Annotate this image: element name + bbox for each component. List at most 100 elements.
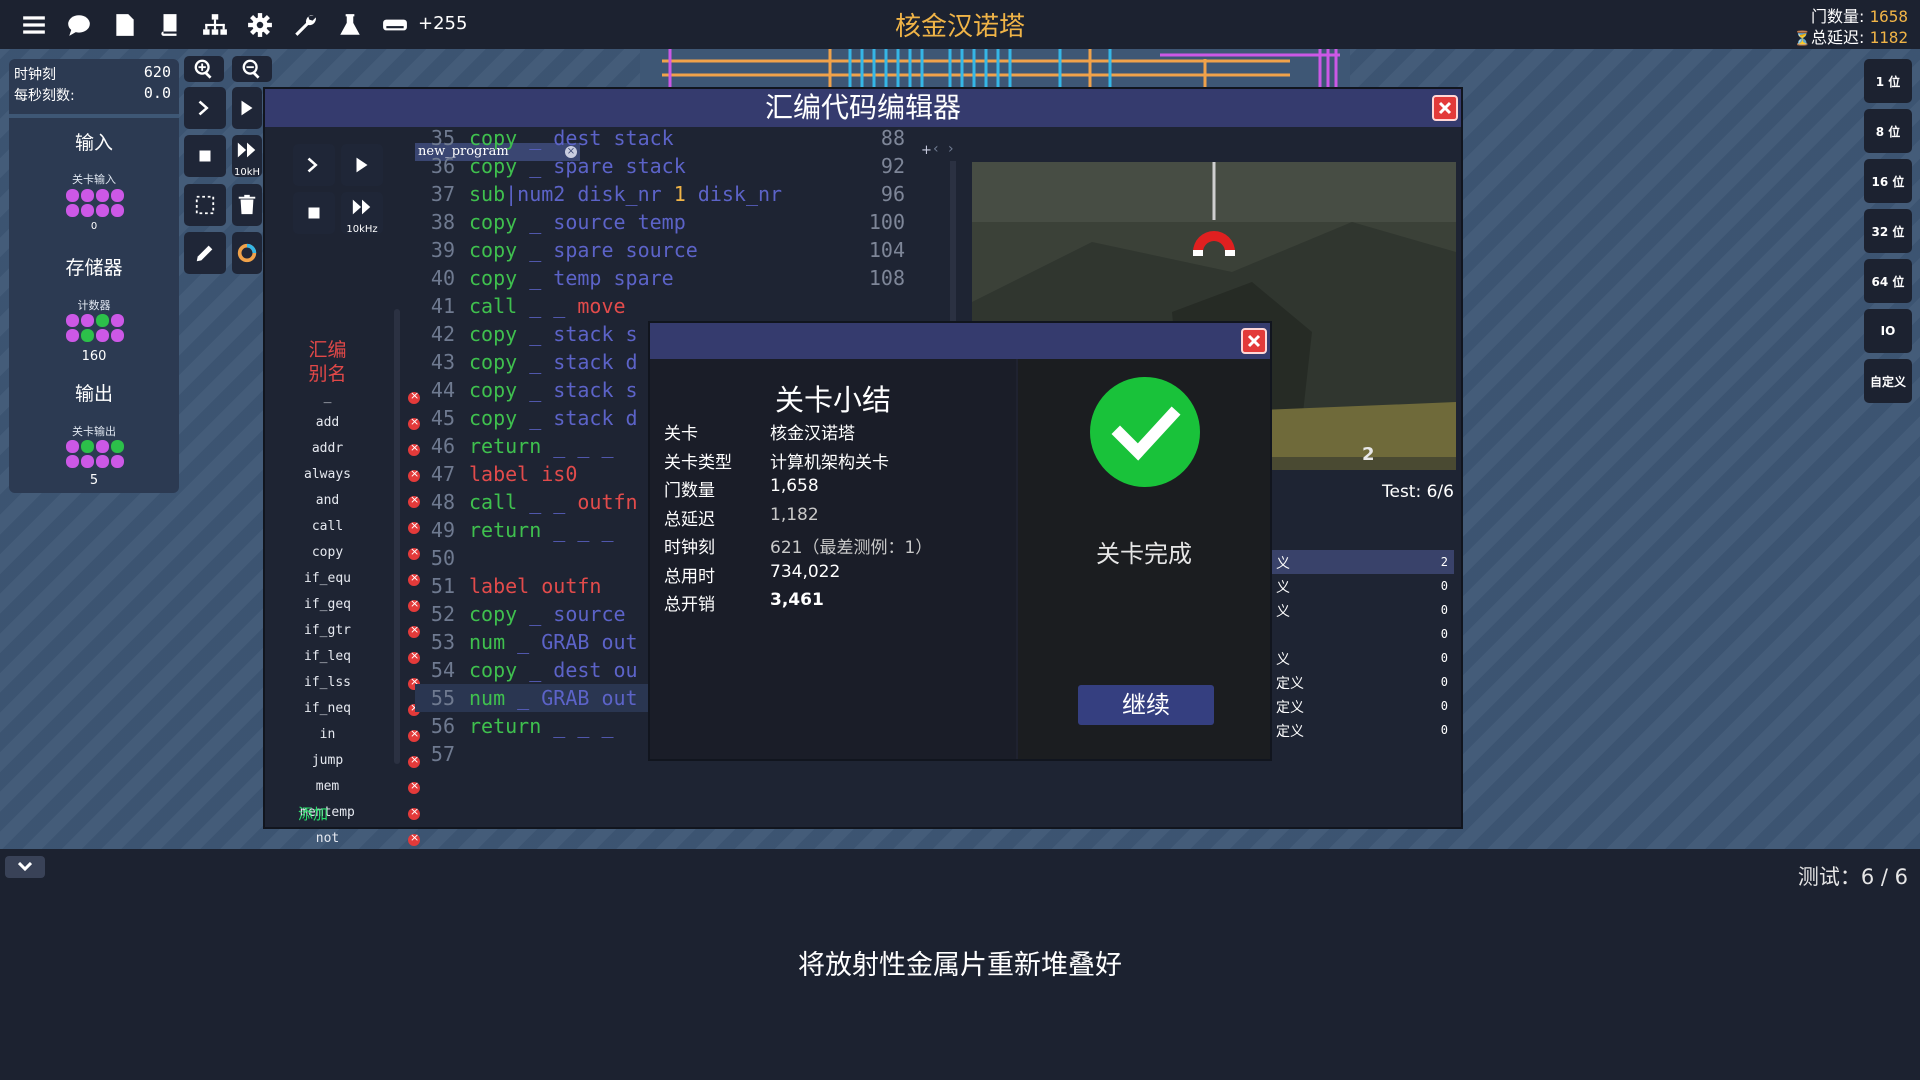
- menu-icon[interactable]: [19, 10, 49, 40]
- alias-item[interactable]: always: [295, 467, 420, 487]
- code-token: _ spare stack: [517, 154, 686, 178]
- code-line[interactable]: 37 sub|num2 disk_nr 1 disk_nr 96: [415, 180, 955, 208]
- delete-alias-icon[interactable]: [408, 831, 420, 846]
- level-output-label: 关卡输出: [72, 425, 116, 438]
- line-address: 96: [880, 182, 905, 206]
- code-line[interactable]: 35 copy _ dest stack 88: [415, 124, 955, 152]
- alias-item[interactable]: in: [295, 727, 420, 747]
- alias-item[interactable]: not: [295, 831, 420, 851]
- ssd-icon[interactable]: [380, 10, 410, 40]
- test-case-row[interactable]: 义0: [1270, 646, 1454, 670]
- test-case-row[interactable]: 义0: [1270, 574, 1454, 598]
- code-line[interactable]: 38 copy _ source temp 100: [415, 208, 955, 236]
- test-case-row[interactable]: 定义 0: [1270, 670, 1454, 694]
- level-complete-label: 关卡完成: [1096, 540, 1192, 568]
- alias-item[interactable]: if_leq: [295, 649, 420, 669]
- bits-1-button[interactable]: 1 位: [1864, 59, 1912, 103]
- code-token: label outfn: [469, 574, 602, 598]
- alias-name: if_neq: [304, 701, 351, 716]
- gear-icon[interactable]: [245, 10, 275, 40]
- zoom-out-button[interactable]: [232, 56, 272, 82]
- alias-name: in: [319, 727, 336, 742]
- alias-item[interactable]: call: [295, 519, 420, 539]
- play-button[interactable]: [232, 87, 262, 129]
- line-number: 42: [430, 322, 455, 346]
- editor-close-button[interactable]: [1432, 95, 1458, 121]
- editor-step-button[interactable]: [293, 144, 335, 186]
- io-button[interactable]: IO: [1864, 309, 1912, 353]
- code-token: _ GRAB out: [505, 686, 638, 710]
- test-case-row[interactable]: 定义 0: [1270, 694, 1454, 718]
- custom-button[interactable]: 自定义: [1864, 359, 1912, 403]
- level-output-component[interactable]: [66, 440, 124, 468]
- alias-scrollbar[interactable]: [394, 309, 400, 764]
- select-button[interactable]: [184, 184, 226, 226]
- test-case-row[interactable]: 定义 0: [1270, 718, 1454, 742]
- alias-item[interactable]: copy: [295, 545, 420, 565]
- alias-item[interactable]: if_neq: [295, 701, 420, 721]
- color-ring-icon[interactable]: [232, 232, 262, 274]
- level-input-component[interactable]: [66, 189, 124, 217]
- trash-icon[interactable]: [232, 184, 262, 226]
- test-case-row[interactable]: 义2: [1270, 550, 1454, 574]
- line-address: 104: [868, 238, 905, 262]
- bits-64-button[interactable]: 64 位: [1864, 259, 1912, 303]
- test-case-row[interactable]: 0: [1270, 622, 1454, 646]
- summary-value: 621（最差测例：1）: [770, 538, 933, 558]
- alias-item[interactable]: if_gtr: [295, 623, 420, 643]
- tick-label: 时钟刻: [14, 67, 56, 83]
- code-token: _ dest ou: [517, 658, 638, 682]
- bits-16-button[interactable]: 16 位: [1864, 159, 1912, 203]
- alias-item[interactable]: add: [295, 415, 420, 435]
- close-icon: [1438, 101, 1452, 115]
- alias-title-line1: 汇编: [308, 339, 347, 361]
- alias-item[interactable]: jump: [295, 753, 420, 773]
- alias-item[interactable]: mem: [295, 779, 420, 799]
- wrench-icon[interactable]: [290, 10, 320, 40]
- circuit-canvas[interactable]: [640, 49, 1350, 87]
- test-case-name: 定义: [1276, 724, 1304, 740]
- code-token: _ temp spare: [517, 266, 674, 290]
- document-icon[interactable]: [110, 10, 140, 40]
- alias-item[interactable]: _: [295, 389, 420, 409]
- test-case-row[interactable]: 义0: [1270, 598, 1454, 622]
- scene-disk-label: 2: [1362, 444, 1375, 465]
- test-case-value: 0: [1440, 603, 1448, 617]
- hierarchy-icon[interactable]: [200, 10, 230, 40]
- code-line[interactable]: 36 copy _ spare stack 92: [415, 152, 955, 180]
- line-number: 50: [430, 546, 455, 570]
- fast-forward-button[interactable]: 10kH: [232, 135, 262, 178]
- alias-item[interactable]: addr: [295, 441, 420, 461]
- counter-component[interactable]: [66, 314, 124, 342]
- book-icon[interactable]: [155, 10, 185, 40]
- test-case-name: 义: [1276, 604, 1290, 620]
- alias-item[interactable]: and: [295, 493, 420, 513]
- test-case-value: 0: [1440, 627, 1448, 641]
- code-line[interactable]: 39 copy _ spare source 104: [415, 236, 955, 264]
- collapse-button[interactable]: [5, 856, 45, 878]
- code-token: return: [469, 518, 542, 542]
- code-token: _ stack d: [517, 406, 638, 430]
- code-line[interactable]: 40 copy _ temp spare 108: [415, 264, 955, 292]
- alias-title-line2: 别名: [308, 363, 347, 385]
- bits-8-button[interactable]: 8 位: [1864, 109, 1912, 153]
- code-token: _ stack s: [517, 378, 638, 402]
- add-alias-button[interactable]: 添加: [298, 803, 328, 824]
- dialog-close-button[interactable]: [1241, 328, 1267, 354]
- code-line[interactable]: 41 call _ _ move: [415, 292, 955, 320]
- continue-button[interactable]: 继续: [1078, 685, 1214, 725]
- editor-play-button[interactable]: [341, 144, 383, 186]
- code-token: copy: [469, 126, 518, 150]
- flask-icon[interactable]: [335, 10, 365, 40]
- pencil-icon[interactable]: [184, 232, 226, 274]
- zoom-in-button[interactable]: [184, 56, 224, 82]
- alias-item[interactable]: if_lss: [295, 675, 420, 695]
- line-number: 40: [430, 266, 455, 290]
- summary-panel: 关卡小结 关卡 核金汉诺塔 关卡类型 计算机架构关卡 门数量 1,658 总延迟 1,182 时…: [650, 359, 1016, 759]
- stop-button[interactable]: [184, 135, 226, 177]
- step-button[interactable]: [184, 87, 226, 129]
- chat-icon[interactable]: [64, 10, 94, 40]
- alias-item[interactable]: if_equ: [295, 571, 420, 591]
- bits-32-button[interactable]: 32 位: [1864, 209, 1912, 253]
- alias-item[interactable]: if_geq: [295, 597, 420, 617]
